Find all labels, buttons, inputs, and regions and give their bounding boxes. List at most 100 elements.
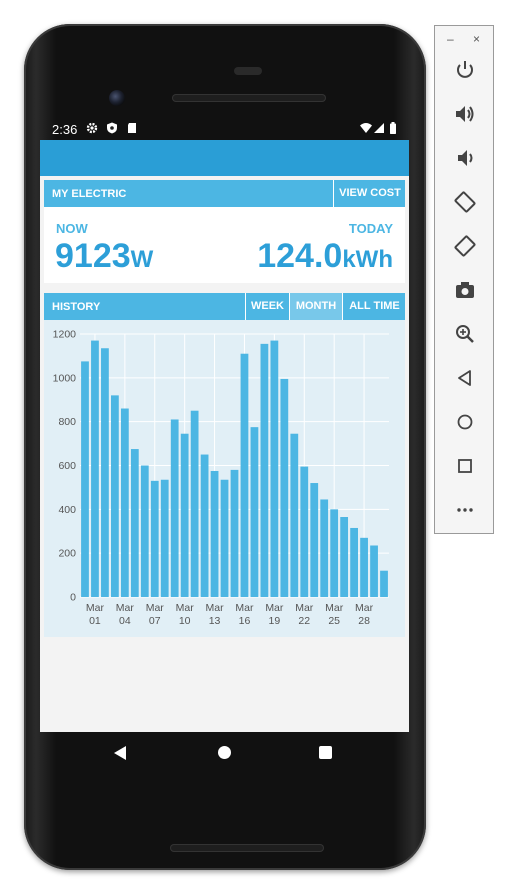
chart-bar — [160, 479, 169, 597]
shield-icon — [107, 122, 117, 134]
status-bar: 2:36 — [40, 118, 409, 140]
x-tick-month: Mar — [355, 602, 374, 614]
chart-bar — [270, 340, 279, 597]
chart-bar — [220, 479, 229, 597]
chart-bar — [110, 395, 119, 597]
x-tick-day: 16 — [239, 615, 251, 627]
chart-bar — [101, 348, 109, 597]
chart-bar — [170, 419, 179, 597]
y-tick-label: 800 — [58, 416, 76, 428]
my-electric-title: MY ELECTRIC — [52, 188, 127, 200]
chart-bar — [350, 527, 359, 597]
history-title: HISTORY — [52, 301, 101, 313]
y-tick-label: 0 — [70, 592, 76, 604]
chart-bar — [240, 353, 249, 597]
tab-week[interactable]: WEEK — [245, 293, 289, 320]
now-reading: 9123W — [55, 237, 153, 276]
view-cost-button[interactable]: VIEW COST — [333, 180, 406, 207]
chart-bar — [300, 466, 309, 597]
close-button[interactable]: × — [473, 32, 480, 46]
y-tick-label: 200 — [58, 548, 76, 560]
y-tick-label: 1000 — [53, 372, 77, 384]
tab-month[interactable]: MONTH — [289, 293, 342, 320]
chart-bar — [370, 545, 378, 597]
camera-icon[interactable] — [453, 278, 477, 302]
history-card: HISTORY WEEK MONTH ALL TIME 0 200 400 600 80… — [44, 293, 405, 637]
chart-bar — [130, 449, 139, 597]
chart-bar — [330, 509, 339, 597]
y-tick-label: 1200 — [53, 329, 77, 341]
x-tick-day: 22 — [298, 615, 310, 627]
today-unit: kWh — [342, 246, 393, 273]
chart-bar — [280, 378, 289, 597]
x-tick-day: 04 — [119, 615, 131, 627]
x-tick-month: Mar — [325, 602, 344, 614]
my-electric-header: MY ELECTRIC VIEW COST — [44, 180, 405, 207]
emulator-toolbar: – × — [434, 25, 494, 534]
x-tick-day: 01 — [89, 615, 101, 627]
app-bar — [40, 140, 409, 176]
more-icon[interactable] — [453, 498, 477, 522]
chart-bar — [230, 469, 239, 597]
minimize-button[interactable]: – — [447, 32, 454, 46]
today-reading: 124.0kWh — [257, 237, 393, 276]
android-nav-bar — [40, 732, 409, 776]
nav-home-icon[interactable] — [218, 746, 231, 759]
today-label: TODAY — [348, 221, 393, 236]
volume-down-icon[interactable] — [453, 146, 477, 170]
now-unit: W — [130, 246, 154, 273]
history-bar-chart: 020040060080010001200Mar01Mar04Mar07Mar1… — [53, 329, 389, 627]
chart-bar — [180, 433, 189, 597]
chart-bar — [380, 570, 388, 597]
front-camera — [109, 90, 125, 106]
chart-bar — [360, 537, 368, 597]
x-tick-day: 25 — [328, 615, 340, 627]
back-icon[interactable] — [453, 366, 477, 390]
home-icon[interactable] — [453, 410, 477, 434]
x-tick-day: 07 — [149, 615, 161, 627]
tab-all-time[interactable]: ALL TIME — [342, 293, 406, 320]
now-label: NOW — [56, 221, 88, 236]
x-tick-day: 10 — [179, 615, 191, 627]
history-chart-area: 0 200 400 600 800 1000 1200 Mar 01 Mar 04 Mar 07 Mar 1… — [44, 320, 405, 637]
nav-back-icon[interactable] — [114, 746, 126, 760]
battery-icon — [390, 122, 396, 134]
top-speaker — [172, 94, 326, 102]
chart-bar — [210, 470, 219, 597]
my-electric-card: MY ELECTRIC VIEW COST NOW TODAY 9123W 12… — [44, 180, 405, 283]
rotate-left-icon[interactable] — [453, 190, 477, 214]
volume-up-icon[interactable] — [453, 102, 477, 126]
x-tick-day: 19 — [269, 615, 281, 627]
bottom-speaker — [170, 844, 324, 852]
chart-bar — [250, 427, 259, 597]
y-tick-label: 600 — [58, 460, 76, 472]
chart-bar — [91, 340, 99, 597]
chart-bar — [320, 499, 329, 597]
overview-icon[interactable] — [453, 454, 477, 478]
x-tick-month: Mar — [146, 602, 165, 614]
earpiece-notch — [234, 67, 262, 75]
rotate-right-icon[interactable] — [453, 234, 477, 258]
x-tick-month: Mar — [295, 602, 314, 614]
chart-bar — [120, 408, 129, 597]
y-tick-label: 400 — [58, 504, 76, 516]
status-time: 2:36 — [52, 122, 78, 137]
now-value: 9123 — [55, 237, 131, 275]
chart-bar — [190, 410, 199, 597]
chart-bar — [200, 454, 209, 597]
app-screen: MY ELECTRIC VIEW COST NOW TODAY 9123W 12… — [40, 140, 409, 732]
nav-recents-icon[interactable] — [319, 746, 332, 759]
my-electric-body: NOW TODAY 9123W 124.0kWh — [44, 207, 405, 283]
wifi-icon — [360, 123, 372, 133]
chart-bar — [310, 483, 319, 597]
x-tick-month: Mar — [176, 602, 195, 614]
x-tick-month: Mar — [86, 602, 105, 614]
x-tick-month: Mar — [116, 602, 135, 614]
zoom-icon[interactable] — [453, 322, 477, 346]
signal-icon — [374, 123, 384, 133]
x-tick-month: Mar — [265, 602, 284, 614]
x-tick-day: 13 — [209, 615, 221, 627]
sd-card-icon — [128, 123, 136, 133]
power-icon[interactable] — [453, 58, 477, 82]
chart-bar — [260, 343, 269, 597]
